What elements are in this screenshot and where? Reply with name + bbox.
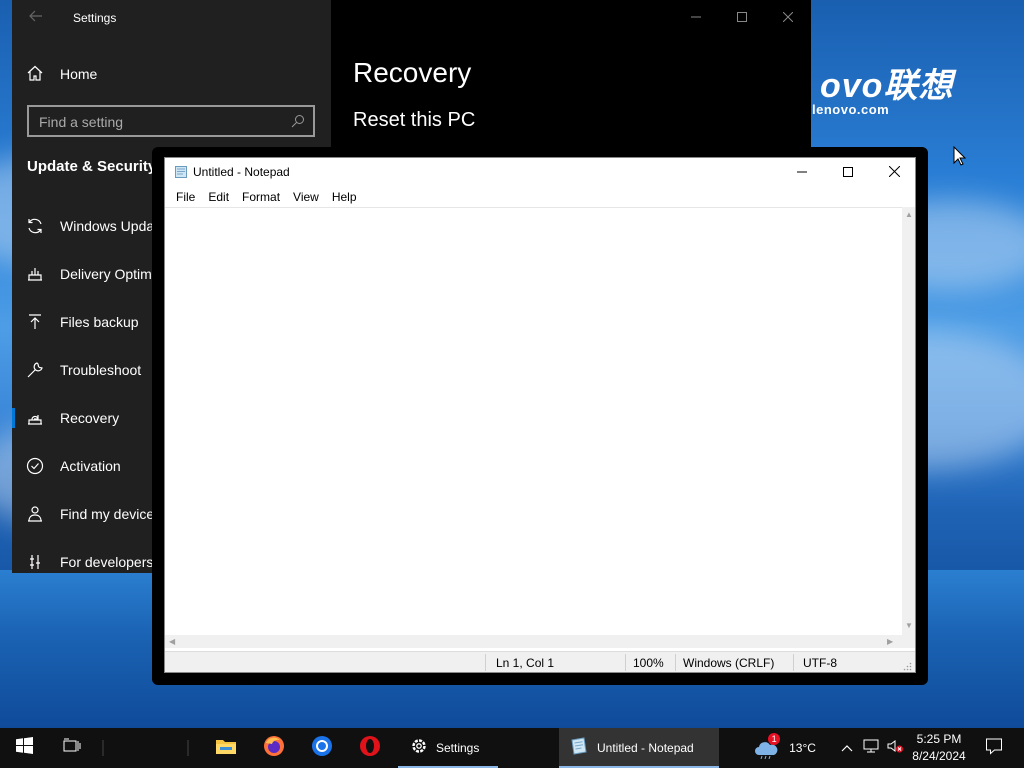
taskbar-clock[interactable]: 5:25 PM 8/24/2024 [905,731,973,765]
resize-grip-icon[interactable] [903,660,912,674]
taskbar: Settings Untitled - Notepad 1 13°C 5:25 … [0,728,1024,768]
weather-alert-badge: 1 [768,733,781,745]
show-hidden-icons-button[interactable] [836,728,858,768]
notepad-window-title: Untitled - Notepad [193,165,290,179]
weather-cloud-icon: 1 [754,733,781,760]
scroll-left-arrow-icon[interactable]: ◀ [169,637,175,646]
taskbar-app-label: Untitled - Notepad [597,741,694,755]
notepad-titlebar[interactable]: Untitled - Notepad [165,158,915,186]
notepad-editor[interactable] [165,208,902,635]
vertical-scrollbar[interactable]: ▲ ▼ [902,207,915,635]
status-encoding: UTF-8 [803,656,837,670]
home-icon [26,64,44,85]
speaker-muted-icon [886,738,904,759]
network-button[interactable] [860,728,882,768]
opera-icon [359,735,381,762]
firefox-icon [263,735,285,762]
folder-icon [215,737,237,760]
taskbar-search-area[interactable] [100,728,192,768]
status-zoom: 100% [633,656,664,670]
home-label: Home [60,66,98,82]
settings-window-title: Settings [73,11,117,25]
sidebar-item-label: Windows Upda [60,218,155,234]
home-nav-item[interactable]: Home [26,62,97,86]
notepad-icon [569,736,589,761]
menu-help[interactable]: Help [327,190,362,204]
scroll-down-arrow-icon[interactable]: ▼ [905,621,913,630]
reset-pc-heading: Reset this PC [353,109,476,131]
notepad-window: Untitled - Notepad File Edit Format View… [164,157,916,673]
search-input[interactable] [39,113,279,131]
find-setting-search-box[interactable] [27,105,315,137]
action-center-button[interactable] [976,728,1012,768]
network-wired-icon [862,738,880,759]
page-title: Recovery [353,57,472,88]
menu-format[interactable]: Format [237,190,285,204]
status-position: Ln 1, Col 1 [496,656,555,670]
wallpaper-brand-logo: ovo联想 [820,67,954,105]
settings-close-button[interactable] [765,6,811,28]
notepad-menu-bar: File Edit Format View Help [165,186,915,208]
sync-icon [26,217,44,235]
clock-time: 5:25 PM [916,732,962,746]
wallpaper-brand-url: lenovo.com [812,102,890,117]
search-icon[interactable] [291,114,305,128]
settings-maximize-button[interactable] [719,6,765,28]
gear-icon [410,737,428,760]
recovery-icon [26,409,44,427]
sidebar-item-label: Find my device [60,506,155,522]
file-explorer-button[interactable] [202,728,250,768]
weather-widget[interactable]: 1 13°C [750,728,820,768]
sidebar-item-label: Delivery Optim [60,266,152,282]
delivery-optimization-icon [26,265,44,283]
section-title: Update & Security [27,158,157,175]
wrench-icon [26,361,44,379]
upload-arrow-icon [26,313,44,331]
scroll-right-arrow-icon[interactable]: ▶ [887,637,893,646]
chrome-button[interactable] [298,728,346,768]
taskbar-app-notepad[interactable]: Untitled - Notepad [559,728,719,768]
sidebar-item-label: Files backup [60,314,139,330]
taskbar-app-settings[interactable]: Settings [398,728,498,768]
person-location-icon [26,505,44,523]
notepad-text-area[interactable] [165,207,902,635]
notification-icon [985,737,1003,760]
chrome-icon [311,735,333,762]
sidebar-item-label: For developers [60,554,154,570]
notepad-status-bar: Ln 1, Col 1 100% Windows (CRLF) UTF-8 [165,651,915,672]
back-arrow-icon[interactable] [28,8,44,24]
task-view-button[interactable] [48,728,96,768]
sidebar-item-label: Troubleshoot [60,362,142,378]
mouse-cursor-icon [953,145,967,166]
clock-date: 8/24/2024 [912,749,966,763]
menu-view[interactable]: View [288,190,324,204]
check-circle-icon [26,457,44,475]
notepad-close-button[interactable] [871,158,917,186]
opera-button[interactable] [346,728,394,768]
horizontal-scrollbar[interactable]: ◀ ▶ [165,635,902,648]
status-line-endings: Windows (CRLF) [683,656,775,670]
windows-logo-icon [15,737,33,759]
notepad-minimize-button[interactable] [779,158,825,186]
chevron-up-icon [841,739,853,757]
settings-titlebar: Settings [12,0,811,34]
start-button[interactable] [0,728,48,768]
developer-icon [26,553,44,571]
task-view-icon [63,738,81,759]
sidebar-item-label: Recovery [60,410,120,426]
scrollbar-corner [902,635,915,648]
notepad-icon [174,165,188,179]
menu-edit[interactable]: Edit [203,190,234,204]
taskbar-app-label: Settings [436,741,480,755]
settings-minimize-button[interactable] [673,6,719,28]
sidebar-item-label: Activation [60,458,121,474]
scroll-up-arrow-icon[interactable]: ▲ [905,210,913,219]
volume-button[interactable] [884,728,906,768]
firefox-button[interactable] [250,728,298,768]
menu-file[interactable]: File [171,190,200,204]
notepad-maximize-button[interactable] [825,158,871,186]
weather-temperature: 13°C [789,741,816,755]
